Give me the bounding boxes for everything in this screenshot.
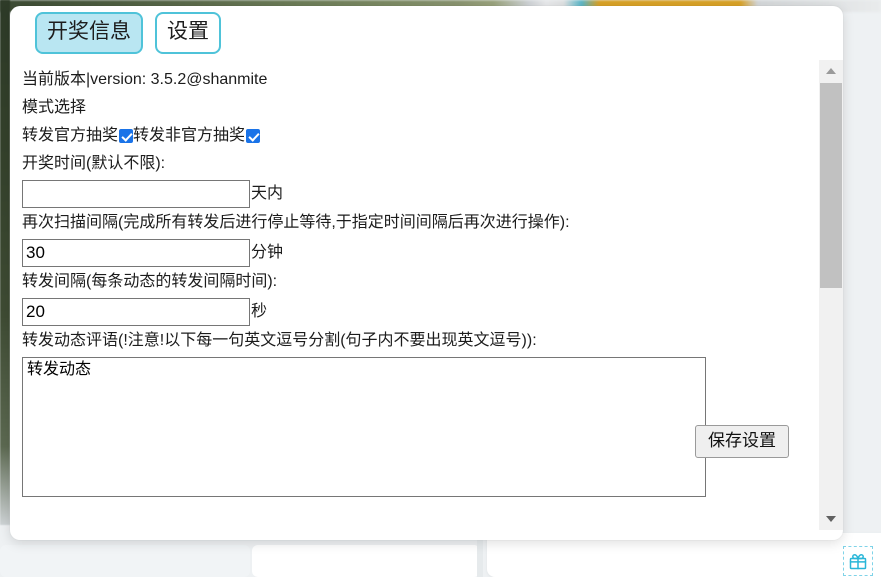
mode-section-label: 模式选择 [22,99,87,116]
background-card-middle [252,545,480,577]
panel-scrollbar[interactable] [819,60,843,530]
scrollbar-thumb[interactable] [820,83,842,288]
tab-settings-label: 设置 [167,20,209,43]
unit-rescan-interval: 分钟 [251,244,284,261]
unit-forward-interval: 秒 [251,303,268,320]
scroll-up-button[interactable] [819,60,843,82]
label-rescan-interval: 再次扫描间隔(完成所有转发后进行停止等待,于指定时间间隔后再次进行操作): [22,214,570,231]
checkbox-unofficial-label: 转发非官方抽奖 [133,127,246,144]
unit-draw-time: 天内 [251,185,284,202]
save-settings-button[interactable]: 保存设置 [695,425,789,458]
background-divider [477,540,483,577]
scroll-down-button[interactable] [819,508,843,530]
input-forward-interval[interactable] [22,298,250,326]
label-draw-time: 开奖时间(默认不限): [22,155,166,172]
tab-settings[interactable]: 设置 [155,12,221,54]
background-left-strip [0,0,10,525]
mode-checkbox-row: 转发官方抽奖 转发非官方抽奖 [22,124,812,148]
checkbox-forward-official[interactable] [119,129,134,143]
checkbox-forward-unofficial[interactable] [246,129,261,143]
tab-lottery-info-label: 开奖信息 [47,20,131,43]
field-row-draw-time: 天内 [22,180,812,208]
settings-form: 当前版本|version: 3.5.2@shanmite 模式选择 转发官方抽奖… [22,68,812,497]
chevron-up-icon [826,68,836,74]
extension-panel: 开奖信息 设置 当前版本|version: 3.5.2@shanmite 模式选… [10,6,843,540]
gift-icon-glyph [849,554,867,570]
field-row-rescan-interval: 分钟 [22,239,812,267]
page-root: 开奖信息 设置 当前版本|version: 3.5.2@shanmite 模式选… [0,0,881,577]
chevron-down-icon [826,516,836,522]
field-row-forward-interval: 秒 [22,298,812,326]
textarea-forward-comment[interactable] [22,357,706,497]
tab-lottery-info[interactable]: 开奖信息 [35,12,143,54]
input-rescan-interval[interactable] [22,239,250,267]
input-draw-time[interactable] [22,180,250,208]
version-text: 当前版本|version: 3.5.2@shanmite [22,71,268,88]
label-forward-interval: 转发间隔(每条动态的转发间隔时间): [22,273,278,290]
gift-icon[interactable] [843,546,873,576]
extension-panel-inner: 开奖信息 设置 当前版本|version: 3.5.2@shanmite 模式选… [10,6,843,540]
background-card-left [0,545,250,577]
label-forward-comment: 转发动态评语(!注意!以下每一句英文逗号分割(句子内不要出现英文逗号)): [22,332,537,349]
save-button-wrapper: 保存设置 [695,425,789,458]
checkbox-official-label: 转发官方抽奖 [22,127,119,144]
tab-bar: 开奖信息 设置 [35,12,221,54]
